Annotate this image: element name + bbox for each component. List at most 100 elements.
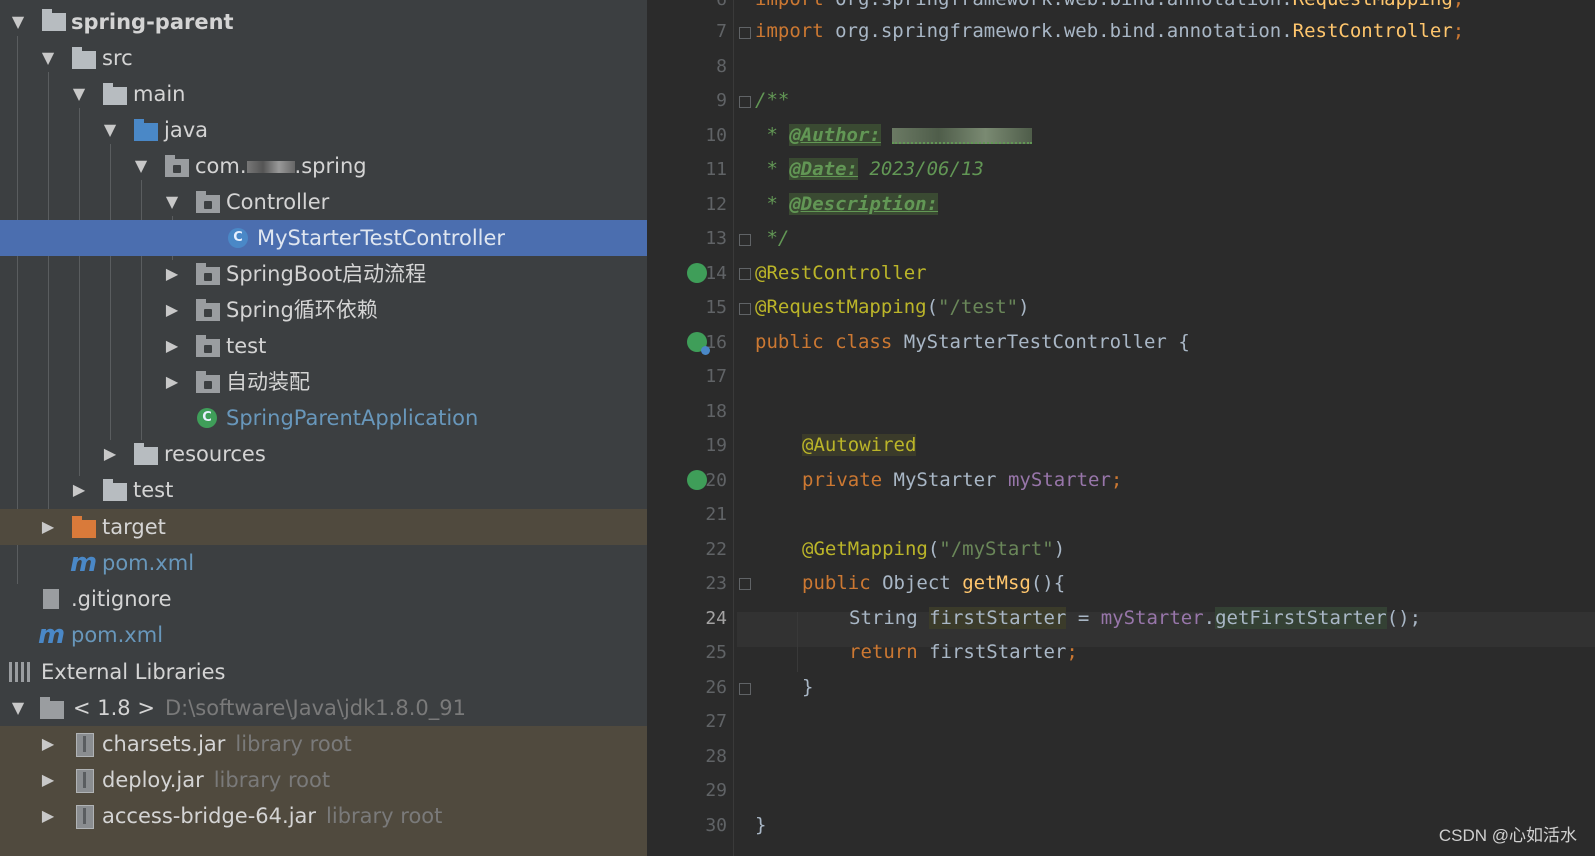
code-line: */ [755,227,790,249]
tree-item-gitignore[interactable]: .gitignore [0,581,647,617]
autowired-navigate-icon[interactable] [687,470,707,490]
code-line: return firstStarter; [849,641,1078,663]
spring-boot-class-icon: C [197,408,217,428]
tree-item-label: target [102,515,166,539]
expand-arrow-icon[interactable]: ▼ [162,184,182,220]
tree-item-label: Controller [226,190,330,214]
tree-item-resources[interactable]: ▶ resources [0,436,647,472]
package-icon [196,191,220,213]
tree-item-autoconfig[interactable]: ▶ 自动装配 [0,364,647,400]
spring-bean-class-icon[interactable] [687,332,710,355]
package-icon [196,335,220,357]
tree-item-label: main [133,82,186,106]
expand-arrow-icon[interactable]: ▼ [8,4,28,40]
fold-marker-icon[interactable] [739,578,751,590]
tree-item-project[interactable]: ▼ spring-parent [0,4,647,40]
tree-item-jar[interactable]: ▶ access-bridge-64.jar library root [0,798,647,834]
code-line: /** [755,89,790,111]
code-line: * @Date: 2023/06/13 [755,158,984,180]
tree-item-selected-class[interactable]: C MyStarterTestController [0,220,647,256]
code-editor[interactable]: 6 7 8 9 10 11 12 13 14 15 16 17 18 19 20… [647,0,1595,856]
tree-item-label: .gitignore [71,587,172,611]
line-number: 9 [716,90,727,111]
expand-arrow-icon[interactable]: ▼ [131,148,151,184]
tree-item-label: src [102,46,133,70]
tree-item-label: SpringParentApplication [226,406,479,430]
package-icon [196,263,220,285]
expand-arrow-icon[interactable]: ▼ [8,690,28,726]
code-line: @GetMapping("/myStart") [802,538,1066,560]
tree-item-main[interactable]: ▼ main [0,76,647,112]
expand-arrow-icon[interactable]: ▼ [38,40,58,76]
tree-item-src[interactable]: ▼ src [0,40,647,76]
tree-item-spring-cycle[interactable]: ▶ Spring循环依赖 [0,292,647,328]
fold-marker-icon[interactable] [739,96,751,108]
maven-icon: m [38,620,66,650]
collapse-arrow-icon[interactable]: ▶ [162,256,182,292]
maven-icon: m [70,548,98,578]
ignore-file-icon [43,589,59,609]
tree-item-label: MyStarterTestController [257,226,506,250]
tree-item-label: External Libraries [41,660,226,684]
collapse-arrow-icon[interactable]: ▶ [162,328,182,364]
tree-item-java[interactable]: ▼ java [0,112,647,148]
libraries-icon [9,662,33,682]
fold-marker-icon[interactable] [739,27,751,39]
line-number: 22 [705,539,727,560]
gutter-separator [733,0,734,856]
collapse-arrow-icon[interactable]: ▶ [38,509,58,545]
code-line: import org.springframework.web.bind.anno… [755,20,1465,42]
tree-item-springboot[interactable]: ▶ SpringBoot启动流程 [0,256,647,292]
tree-item-jar[interactable]: ▶ charsets.jar library root [0,726,647,762]
code-line: * @Author: [755,118,1033,153]
tree-item-label: access-bridge-64.jar library root [102,804,443,828]
line-number: 13 [705,228,727,249]
code-line: } [802,676,814,698]
fold-marker-icon[interactable] [739,268,751,280]
tree-item-external-libraries[interactable]: External Libraries [0,654,647,690]
tree-item-package[interactable]: ▼ com. .spring [0,148,647,184]
tree-item-label: com. .spring [195,154,367,178]
jar-icon [76,769,94,793]
indent-guide [797,612,798,672]
tree-item-jdk[interactable]: ▼ < 1.8 > D:\software\Java\jdk1.8.0_91 [0,690,647,726]
collapse-arrow-icon[interactable]: ▶ [162,292,182,328]
tree-item-label: test [133,478,174,502]
tree-item-target[interactable]: ▶ target [0,509,647,545]
line-number: 27 [705,711,727,732]
collapse-arrow-icon[interactable]: ▶ [38,726,58,762]
collapse-arrow-icon[interactable]: ▶ [38,798,58,834]
expand-arrow-icon[interactable]: ▼ [100,112,120,148]
tree-item-app-class[interactable]: C SpringParentApplication [0,400,647,436]
tree-item-label: pom.xml [102,551,195,575]
tree-item-controller[interactable]: ▼ Controller [0,184,647,220]
line-number: 17 [705,366,727,387]
collapse-arrow-icon[interactable]: ▶ [69,472,89,508]
code-line: public Object getMsg(){ [802,572,1066,594]
tree-item-test-package[interactable]: ▶ test [0,328,647,364]
code-line-current: String firstStarter = myStarter.getFirst… [849,607,1422,629]
collapse-arrow-icon[interactable]: ▶ [100,436,120,472]
tree-item-label: charsets.jar library root [102,732,352,756]
spring-bean-icon[interactable] [687,263,707,283]
collapse-arrow-icon[interactable]: ▶ [162,364,182,400]
line-number-current: 24 [705,608,727,629]
package-icon [165,155,189,177]
tree-item-jar[interactable]: ▶ deploy.jar library root [0,762,647,798]
tree-item-test[interactable]: ▶ test [0,472,647,508]
fold-marker-icon[interactable] [739,234,751,246]
collapse-arrow-icon[interactable]: ▶ [38,762,58,798]
fold-marker-icon[interactable] [739,303,751,315]
tree-item-pom-root[interactable]: m pom.xml [0,617,647,653]
fold-marker-icon[interactable] [739,683,751,695]
tree-item-label: pom.xml [71,623,164,647]
excluded-folder-icon [72,516,96,538]
jar-icon [76,733,94,757]
tree-item-label: test [226,334,267,358]
tree-item-label: deploy.jar library root [102,768,331,792]
expand-arrow-icon[interactable]: ▼ [69,76,89,112]
redacted-author [892,127,1033,144]
line-number: 30 [705,815,727,836]
project-tree-panel: ▼ spring-parent ▼ src ▼ main ▼ java ▼ co… [0,0,647,856]
tree-item-pom-module[interactable]: m pom.xml [0,545,647,581]
